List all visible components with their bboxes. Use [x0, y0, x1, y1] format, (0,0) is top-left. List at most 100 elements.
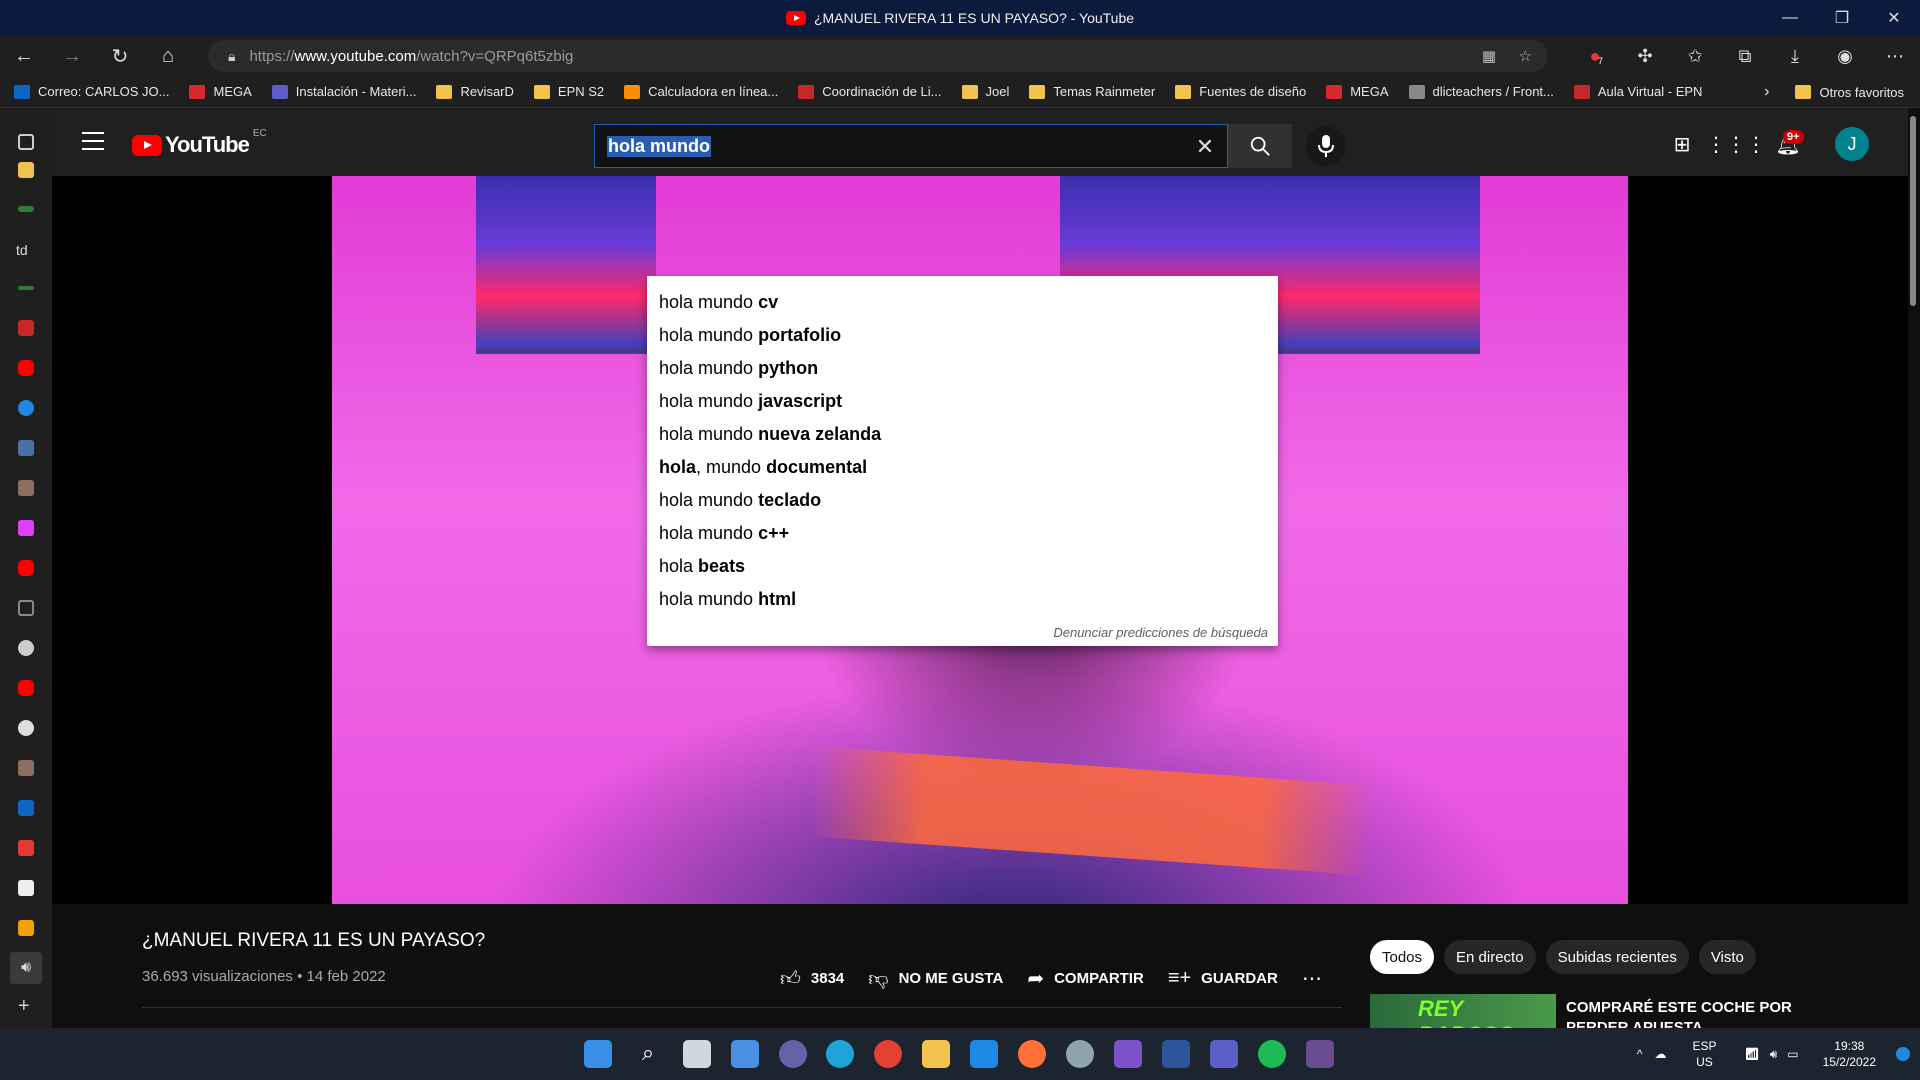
sidebar-speaker-icon[interactable]: 🔊︎: [10, 952, 42, 984]
widgets-icon[interactable]: [731, 1040, 759, 1068]
refresh-button[interactable]: ↻: [96, 36, 144, 76]
more-favorites-chevron-icon[interactable]: ›: [1764, 83, 1769, 101]
sidebar-document-icon[interactable]: [18, 600, 34, 616]
menu-icon[interactable]: [82, 132, 104, 150]
more-actions-button[interactable]: ⋯: [1302, 966, 1322, 991]
bookmark-item[interactable]: Coordinación de Li...: [798, 84, 942, 99]
app-available-icon[interactable]: ▦: [1482, 47, 1496, 65]
sidebar-github-icon[interactable]: [18, 640, 34, 656]
clear-search-icon[interactable]: ✕: [1191, 133, 1219, 161]
show-hidden-icons-chevron-icon[interactable]: ^: [1637, 1047, 1643, 1061]
sidebar-app-icon[interactable]: [18, 840, 34, 856]
wifi-icon[interactable]: 📶︎: [1744, 1047, 1759, 1061]
dislike-button[interactable]: 👎︎ NO ME GUSTA: [868, 967, 1003, 991]
sidebar-app-icon[interactable]: [18, 440, 34, 456]
extension-icon[interactable]: ● 7: [1570, 46, 1620, 67]
more-menu-icon[interactable]: ⋯: [1870, 46, 1920, 67]
add-favorite-icon[interactable]: ☆: [1519, 47, 1532, 65]
downloads-icon[interactable]: ⤓: [1770, 46, 1820, 67]
sidebar-toggle-icon[interactable]: [18, 134, 34, 150]
address-bar[interactable]: 🔒︎ https://www.youtube.com/watch?v=QRPq6…: [208, 40, 1548, 72]
search-suggestion[interactable]: hola mundo nueva zelanda: [647, 418, 1278, 451]
bookmark-item[interactable]: MEGA: [1326, 84, 1389, 99]
sidebar-app-icon[interactable]: [18, 920, 34, 936]
sidebar-app-icon[interactable]: [18, 880, 34, 896]
bookmark-item[interactable]: Aula Virtual - EPN: [1573, 84, 1702, 99]
bookmark-item[interactable]: Fuentes de diseño: [1175, 84, 1306, 99]
sidebar-app-icon[interactable]: [18, 520, 34, 536]
mail-icon[interactable]: [970, 1040, 998, 1068]
sidebar-td-icon[interactable]: td: [16, 242, 40, 258]
filter-chip[interactable]: Visto: [1698, 940, 1756, 974]
sidebar-outlook-icon[interactable]: [18, 800, 34, 816]
search-suggestion[interactable]: hola mundo cv: [647, 286, 1278, 319]
bookmark-item[interactable]: dlicteachers / Front...: [1408, 84, 1554, 99]
sidebar-app-icon[interactable]: [18, 320, 34, 336]
file-explorer-icon[interactable]: [922, 1040, 950, 1068]
start-menu-icon[interactable]: [584, 1040, 612, 1068]
sidebar-add-icon[interactable]: +: [18, 996, 34, 1016]
create-video-icon[interactable]: ⊞: [1670, 132, 1694, 156]
other-favorites-folder[interactable]: Otros favoritos: [1795, 85, 1904, 100]
sidebar-youtube-icon[interactable]: [18, 360, 34, 376]
save-button[interactable]: ≡+ GUARDAR: [1168, 967, 1278, 990]
search-suggestion[interactable]: hola, mundo documental: [647, 451, 1278, 484]
visual-studio-icon[interactable]: [1114, 1040, 1142, 1068]
filter-chip[interactable]: Subidas recientes: [1545, 940, 1689, 974]
teams-icon[interactable]: [1210, 1040, 1238, 1068]
task-view-icon[interactable]: [683, 1040, 711, 1068]
search-suggestion[interactable]: hola mundo c++: [647, 517, 1278, 550]
bookmark-item[interactable]: Temas Rainmeter: [1029, 84, 1155, 99]
sidebar-youtube-icon[interactable]: [18, 560, 34, 576]
youtube-logo[interactable]: YouTube EC: [132, 128, 267, 158]
battery-icon[interactable]: ▭: [1787, 1047, 1798, 1061]
avatar[interactable]: J: [1835, 127, 1869, 161]
search-button[interactable]: [1228, 124, 1292, 168]
close-window-button[interactable]: ✕: [1868, 0, 1920, 36]
language-indicator[interactable]: ESP US: [1692, 1038, 1716, 1070]
volume-icon[interactable]: 🔊︎: [1770, 1047, 1778, 1062]
onedrive-icon[interactable]: ☁: [1654, 1047, 1666, 1061]
bookmark-item[interactable]: EPN S2: [533, 84, 604, 99]
chat-icon[interactable]: [779, 1040, 807, 1068]
search-suggestion[interactable]: hola mundo html: [647, 583, 1278, 616]
bookmark-item[interactable]: Correo: CARLOS JO...: [14, 84, 169, 99]
share-button[interactable]: ➦ COMPARTIR: [1027, 966, 1143, 991]
word-icon[interactable]: [1162, 1040, 1190, 1068]
bookmark-item[interactable]: Calculadora en línea...: [624, 84, 778, 99]
search-suggestion[interactable]: hola mundo javascript: [647, 385, 1278, 418]
filter-chip[interactable]: En directo: [1444, 940, 1536, 974]
search-input[interactable]: hola mundo ✕: [594, 124, 1228, 168]
back-button[interactable]: ←: [0, 36, 48, 76]
sidebar-wordpress-icon[interactable]: [18, 720, 34, 736]
report-predictions-link[interactable]: Denunciar predicciones de búsqueda: [1053, 625, 1268, 640]
sidebar-app-icon[interactable]: [18, 286, 34, 290]
sidebar-youtube-icon[interactable]: [18, 680, 34, 696]
sidebar-app-icon[interactable]: [18, 480, 34, 496]
search-suggestion[interactable]: hola mundo teclado: [647, 484, 1278, 517]
profile-icon[interactable]: ◉: [1820, 46, 1870, 67]
sidebar-app-icon[interactable]: [18, 206, 34, 212]
spotify-icon[interactable]: [1258, 1040, 1286, 1068]
bookmark-item[interactable]: RevisarD: [436, 84, 514, 99]
search-suggestion[interactable]: hola mundo python: [647, 352, 1278, 385]
page-scrollbar[interactable]: [1910, 116, 1916, 306]
recommended-thumbnail[interactable]: REY BABOSO: [1370, 994, 1556, 1028]
search-taskbar-icon[interactable]: ⌕: [634, 1040, 662, 1068]
clock[interactable]: 19:38 15/2/2022: [1823, 1038, 1876, 1070]
terminal-icon[interactable]: [1306, 1040, 1334, 1068]
search-suggestion[interactable]: hola mundo portafolio: [647, 319, 1278, 352]
collections-icon[interactable]: ⧉: [1720, 46, 1770, 67]
firefox-icon[interactable]: [1018, 1040, 1046, 1068]
search-suggestion[interactable]: hola beats: [647, 550, 1278, 583]
like-button[interactable]: 👍︎ 3834: [780, 967, 844, 991]
home-button[interactable]: ⌂: [144, 36, 192, 76]
edge-browser-icon[interactable]: [826, 1040, 854, 1068]
sidebar-app-icon[interactable]: [18, 162, 34, 178]
bookmark-item[interactable]: MEGA: [189, 84, 252, 99]
sidebar-app-icon[interactable]: [18, 400, 34, 416]
settings-gear-icon[interactable]: [1066, 1040, 1094, 1068]
voice-search-button[interactable]: [1306, 126, 1346, 166]
recommended-title[interactable]: COMPRARÉ ESTE COCHE POR PERDER APUESTA: [1566, 998, 1806, 1028]
notification-center-icon[interactable]: [1896, 1047, 1910, 1061]
